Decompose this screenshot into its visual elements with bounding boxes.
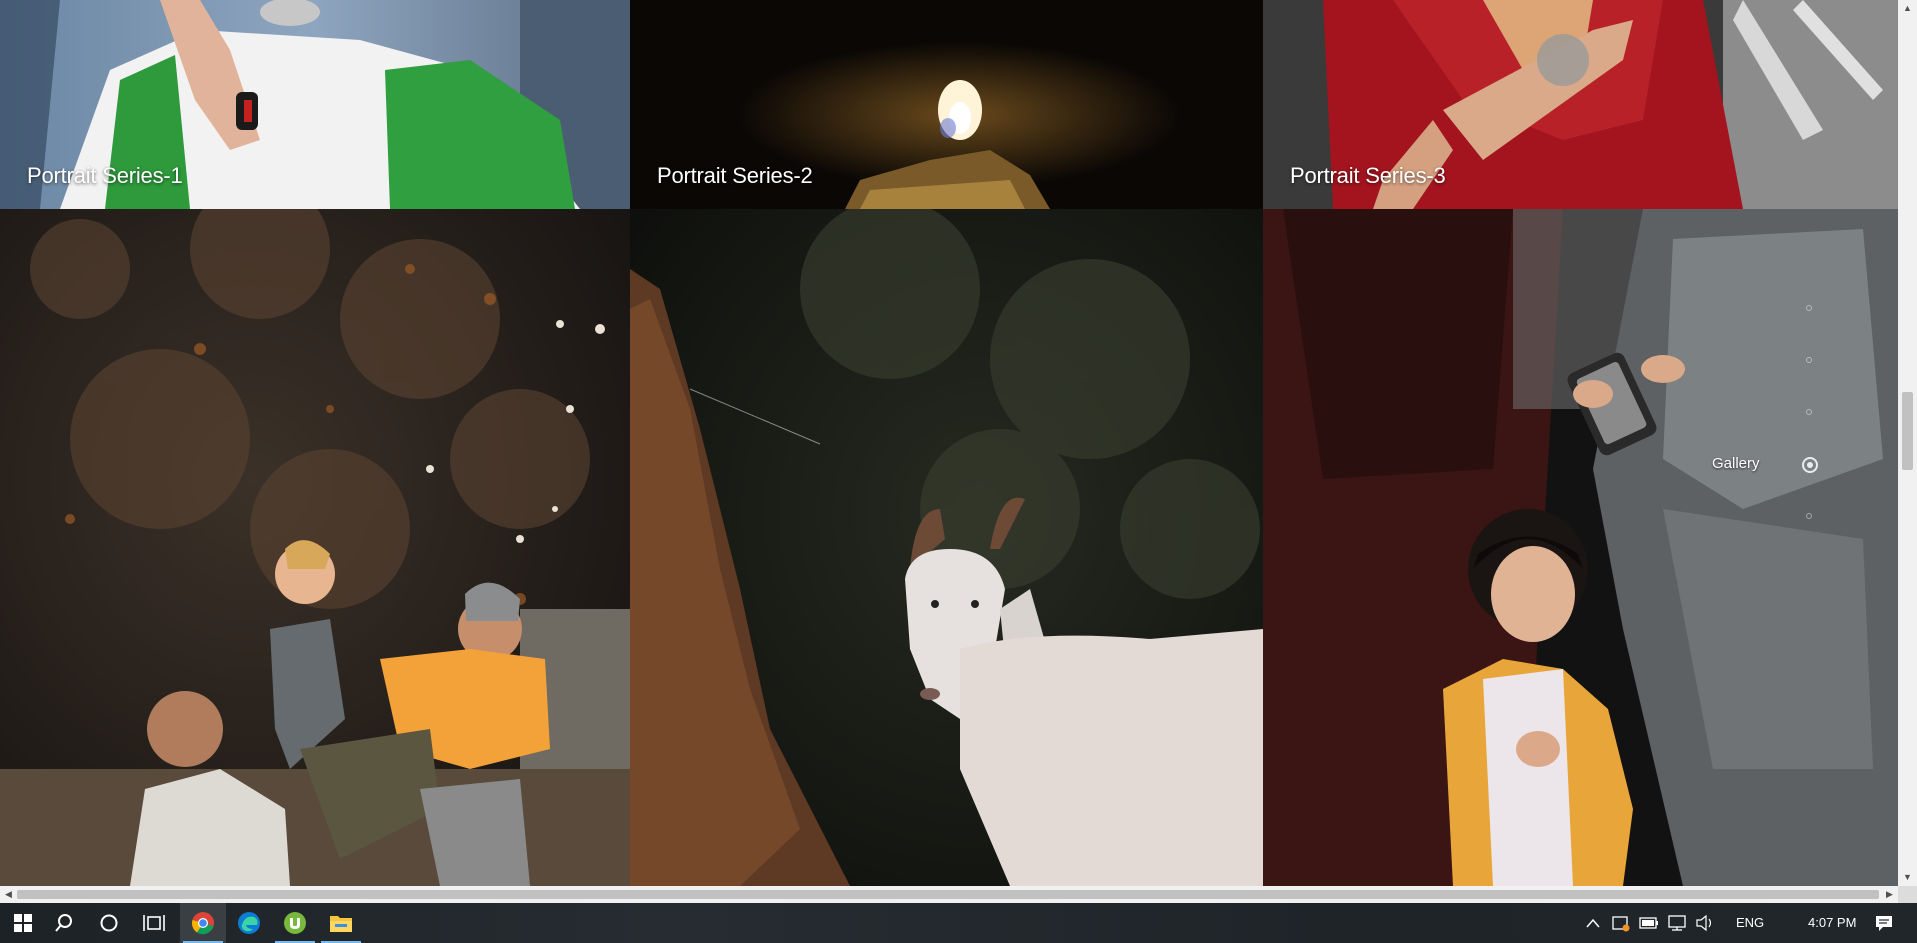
battery-icon [1639,917,1658,929]
scroll-right-arrow-icon[interactable]: ▶ [1881,886,1898,903]
windows-taskbar: ENG 4:07 PM [0,903,1917,943]
tray-app-icon-button[interactable] [1609,903,1633,943]
page-viewport: Portrait Series-1 Portrait Series-2 Port… [0,0,1898,886]
gallery-tile-child-phone[interactable] [1263,209,1898,886]
file-explorer-taskbar-button[interactable] [318,903,364,943]
tile-caption: Portrait Series-3 [1290,163,1446,188]
section-nav-active-label: Gallery [1712,455,1760,472]
search-icon [55,914,72,932]
network-button[interactable] [1665,903,1689,943]
battery-button[interactable] [1637,903,1661,943]
tile-caption: Portrait Series-2 [657,163,813,188]
child-phone-image [1263,209,1898,886]
gallery-tile-portrait-3[interactable]: Portrait Series-3 [1263,0,1898,209]
search-button[interactable] [41,903,87,943]
show-hidden-icons-button[interactable] [1581,903,1605,943]
chevron-up-icon [1586,918,1600,928]
taskbar-clock[interactable]: 4:07 PM [1808,903,1856,943]
notification-icon [1876,916,1892,931]
edge-icon [238,912,260,934]
chrome-taskbar-button[interactable] [180,903,226,943]
start-icon [14,914,32,932]
horizontal-scrollbar[interactable]: ◀ ▶ [0,886,1898,903]
edge-taskbar-button[interactable] [226,903,272,943]
task-view-icon [143,915,165,931]
section-nav-dot-gallery[interactable] [1802,457,1818,473]
scroll-down-arrow-icon[interactable]: ▼ [1898,869,1917,886]
start-button[interactable] [0,903,46,943]
cortana-button[interactable] [86,903,132,943]
volume-button[interactable] [1693,903,1717,943]
gallery-tile-portrait-1[interactable]: Portrait Series-1 [0,0,630,209]
network-icon [1668,915,1686,931]
gallery-tile-goat[interactable] [630,209,1263,886]
gallery-tile-portrait-2[interactable]: Portrait Series-2 [630,0,1263,209]
goat-image [630,209,1263,886]
cortana-icon [100,914,118,932]
chrome-icon [191,912,214,935]
file-explorer-icon [330,916,352,932]
scrollbar-corner [1898,886,1917,903]
section-nav-dot-1[interactable] [1806,305,1812,311]
hikers-image [0,209,630,886]
utorrent-icon [284,912,306,934]
scroll-left-arrow-icon[interactable]: ◀ [0,886,17,903]
vertical-scrollbar[interactable]: ▲ ▼ [1898,0,1917,886]
gallery-tile-hikers[interactable] [0,209,630,886]
utorrent-taskbar-button[interactable] [272,903,318,943]
volume-icon [1696,914,1712,932]
scroll-up-arrow-icon[interactable]: ▲ [1898,0,1917,17]
task-view-button[interactable] [131,903,177,943]
section-nav-dot-5[interactable] [1806,513,1812,519]
input-language-indicator[interactable]: ENG [1736,903,1764,943]
vertical-scroll-thumb[interactable] [1902,392,1913,470]
tile-caption: Portrait Series-1 [27,163,183,188]
action-center-button[interactable] [1866,903,1902,943]
tray-app-icon [1612,916,1630,932]
section-nav-dot-3[interactable] [1806,409,1812,415]
section-nav-dot-2[interactable] [1806,357,1812,363]
horizontal-scroll-thumb[interactable] [17,890,1879,899]
